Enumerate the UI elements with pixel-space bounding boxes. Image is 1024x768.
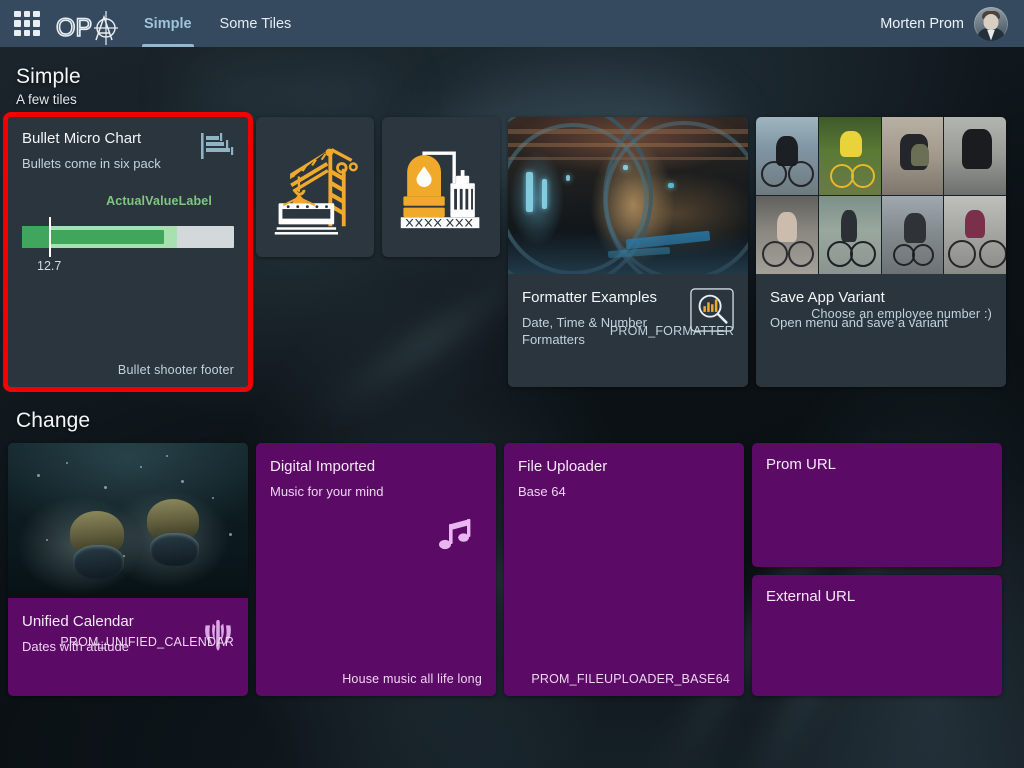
tile-unified-calendar-body: Unified Calendar Dates with attitude <box>8 598 248 659</box>
url-tile-column: Prom URL External URL <box>752 443 1002 696</box>
tile-title: File Uploader <box>518 457 730 476</box>
group-change: Change <box>0 387 1024 696</box>
tab-simple-label: Simple <box>144 16 192 32</box>
cyclists-photo-grid <box>756 117 1006 274</box>
tile-title: Save App Variant <box>770 288 992 307</box>
tile-save-app-variant[interactable]: Save App Variant Open menu and save a va… <box>756 117 1006 387</box>
tile-bullet-micro-chart[interactable]: Bullet Micro Chart Bullets come in six p… <box>8 117 248 387</box>
bullet-actual-value-label: ActualValueLabel <box>22 194 234 208</box>
refinery-illustration-icon <box>394 140 488 234</box>
user-menu-button[interactable]: Morten Prom <box>880 7 1012 41</box>
tile-footer: PROM_FILEUPLOADER_BASE64 <box>531 672 730 686</box>
crane-illustration-icon <box>269 134 361 240</box>
tile-unified-calendar[interactable]: Unified Calendar Dates with attitude <box>8 443 248 696</box>
launchpad-root: OP Simple Some Tiles Morten Prom <box>0 0 1024 768</box>
tile-bullet-header: Bullet Micro Chart Bullets come in six p… <box>8 117 248 172</box>
tile-file-uploader-body: File Uploader Base 64 PROM_FILEUPLOADER_… <box>504 443 744 696</box>
tile-prom-url-body: Prom URL <box>752 443 1002 486</box>
bullet-actual-bar <box>22 230 164 244</box>
group-simple-tiles: Bullet Micro Chart Bullets come in six p… <box>0 117 1024 387</box>
photo-cell <box>882 196 944 274</box>
tile-formatter-examples[interactable]: Formatter Examples Date, Time & Number F… <box>508 117 748 387</box>
group-simple: Simple A few tiles Bullet Micro Chart Bu… <box>0 47 1024 387</box>
svg-text:OP: OP <box>56 14 92 42</box>
tile-external-url-body: External URL <box>752 575 1002 618</box>
photo-cell <box>882 117 944 195</box>
music-note-icon <box>438 515 474 558</box>
group-change-header: Change <box>0 387 1024 443</box>
photo-cell <box>819 117 881 195</box>
bullet-threshold-label: 12.7 <box>37 259 61 273</box>
launchpad-content: Simple A few tiles Bullet Micro Chart Bu… <box>0 47 1024 696</box>
tile-digital-imported-body: Digital Imported Music for your mind <box>256 443 496 696</box>
tile-formatter-body: Formatter Examples Date, Time & Number F… <box>508 274 748 348</box>
tile-digital-imported[interactable]: Digital Imported Music for your mind <box>256 443 496 696</box>
shell-nav-tabs: Simple Some Tiles <box>130 0 305 47</box>
tile-title: Formatter Examples <box>522 288 682 307</box>
photo-cell <box>944 117 1006 195</box>
tile-footer: PROM_FORMATTER <box>610 324 734 338</box>
tile-crane-illustration[interactable] <box>256 117 374 257</box>
bullet-track <box>22 226 234 248</box>
tile-title: Prom URL <box>766 455 988 474</box>
group-change-tiles: Unified Calendar Dates with attitude <box>0 443 1024 696</box>
tile-subtitle: Base 64 <box>518 483 730 500</box>
tile-title: Bullet Micro Chart <box>22 129 161 148</box>
group-change-title: Change <box>16 409 1024 433</box>
photo-cell <box>944 196 1006 274</box>
tile-prom-url[interactable]: Prom URL <box>752 443 1002 567</box>
tile-footer: PROM_UNIFIED_CALENDAR <box>60 635 234 649</box>
tile-title: Unified Calendar <box>22 612 134 631</box>
avatar[interactable] <box>974 7 1008 41</box>
opa-logo[interactable]: OP <box>56 7 118 41</box>
group-simple-subtitle: A few tiles <box>16 92 1024 107</box>
tile-bullet-head-row: Bullet Micro Chart Bullets come in six p… <box>22 129 234 172</box>
tab-some-tiles-label: Some Tiles <box>220 16 292 32</box>
user-name: Morten Prom <box>880 16 964 32</box>
photo-cell <box>756 117 818 195</box>
tile-footer: Bullet shooter footer <box>118 363 234 377</box>
tile-file-uploader[interactable]: File Uploader Base 64 PROM_FILEUPLOADER_… <box>504 443 744 696</box>
tab-simple[interactable]: Simple <box>130 0 206 47</box>
tile-bullet-texts: Bullet Micro Chart Bullets come in six p… <box>22 129 161 172</box>
grid-menu-icon[interactable] <box>14 11 40 37</box>
tile-footer: Choose an employee number :) <box>811 307 992 321</box>
photo-cell <box>819 196 881 274</box>
tile-subtitle: Music for your mind <box>270 483 482 500</box>
shell-bar: OP Simple Some Tiles Morten Prom <box>0 0 1024 47</box>
bullet-chart: ActualValueLabel 12.7 <box>8 194 248 254</box>
group-simple-title: Simple <box>16 65 1024 89</box>
tile-footer: House music all life long <box>342 672 482 686</box>
photo-cell <box>756 196 818 274</box>
tab-some-tiles[interactable]: Some Tiles <box>206 0 306 47</box>
tile-title: Digital Imported <box>270 457 482 476</box>
tile-subtitle: Bullets come in six pack <box>22 155 161 172</box>
tile-save-variant-body: Save App Variant Open menu and save a va… <box>756 274 1006 331</box>
tile-external-url[interactable]: External URL <box>752 575 1002 696</box>
tile-formatter-texts: Formatter Examples Date, Time & Number F… <box>522 288 682 348</box>
soldiers-photo <box>8 443 248 598</box>
tile-formatter-row: Formatter Examples Date, Time & Number F… <box>522 288 734 348</box>
tile-refinery-illustration[interactable] <box>382 117 500 257</box>
bullet-bar-wrap: 12.7 <box>22 214 234 254</box>
spaceship-corridor-photo <box>508 117 748 274</box>
bullet-chart-icon <box>200 131 234 161</box>
tile-title: External URL <box>766 587 988 606</box>
bullet-threshold-marker <box>49 217 51 257</box>
group-simple-header: Simple A few tiles <box>0 47 1024 117</box>
